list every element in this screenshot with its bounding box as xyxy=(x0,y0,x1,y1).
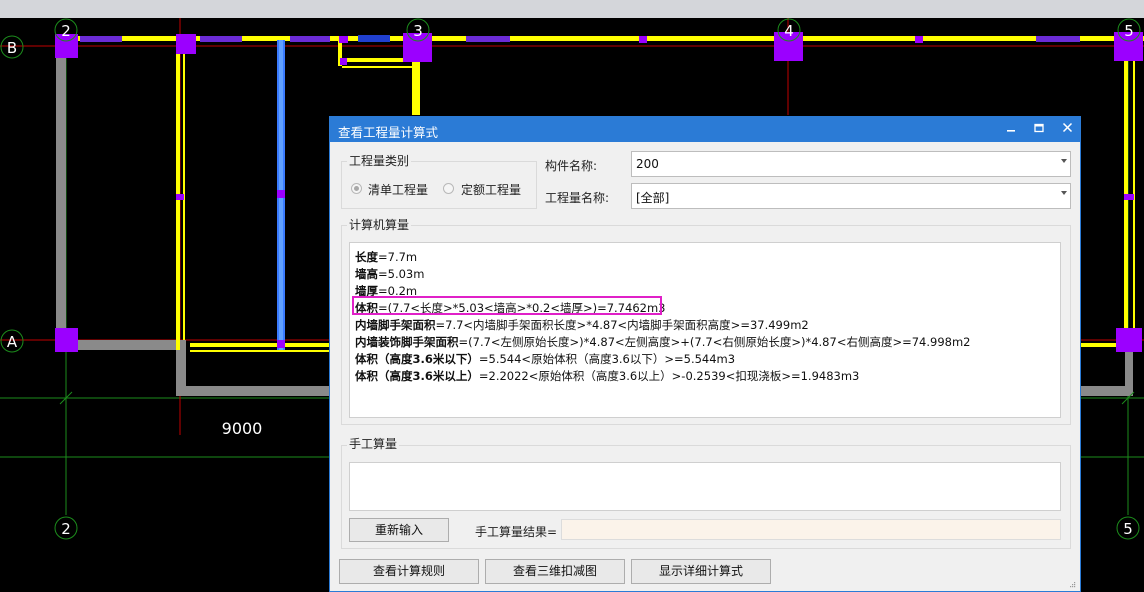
axis-label-bottom-2: 2 xyxy=(61,520,71,538)
axis-bubble-left-a: A xyxy=(0,329,24,353)
close-icon[interactable] xyxy=(1054,119,1080,140)
axis-bubble-top-5: 5 xyxy=(1117,18,1141,42)
quantity-name-label: 工程量名称: xyxy=(545,191,610,205)
manual-calc-group-label: 手工算量 xyxy=(347,435,400,452)
quantity-formula-dialog[interactable]: 查看工程量计算式 工程量类别 清单工程量 定额工程量 构件名称: 200 工程量… xyxy=(329,116,1081,592)
quantity-name-combo[interactable]: [全部] xyxy=(631,183,1071,209)
show-detail-formula-button[interactable]: 显示详细计算式 xyxy=(631,559,771,584)
axis-bubble-bottom-2: 2 xyxy=(54,516,78,540)
manual-result-label: 手工算量结果= xyxy=(475,525,558,539)
axis-label-top-5: 5 xyxy=(1124,22,1134,40)
dialog-title: 查看工程量计算式 xyxy=(338,125,439,140)
radio-quota-quantity[interactable] xyxy=(443,183,454,194)
component-name-value: 200 xyxy=(636,157,659,171)
view-rules-button[interactable]: 查看计算规则 xyxy=(339,559,479,584)
axis-label-left-a: A xyxy=(7,333,18,351)
reenter-button[interactable]: 重新输入 xyxy=(349,518,449,542)
dialog-title-bar[interactable]: 查看工程量计算式 xyxy=(330,117,1080,142)
quantity-name-value: [全部] xyxy=(636,191,670,205)
calc-line: 内墙脚手架面积=7.7<内墙脚手架面积长度>*4.87<内墙脚手架面积高度>=3… xyxy=(355,318,809,332)
axis-label-left-b: B xyxy=(7,39,17,57)
minimize-icon[interactable] xyxy=(998,119,1024,140)
calc-line: 体积（高度3.6米以下）=5.544<原始体积（高度3.6以下）>=5.544m… xyxy=(355,352,736,366)
calc-line: 长度=7.7m xyxy=(355,250,418,264)
axis-bubble-bottom-5: 5 xyxy=(1116,516,1140,540)
chevron-down-icon[interactable] xyxy=(1061,191,1067,195)
dimension-label: 9000 xyxy=(222,419,263,438)
computer-calc-group-label: 计算机算量 xyxy=(347,216,412,233)
highlight-box xyxy=(352,296,662,315)
axis-label-top-4: 4 xyxy=(784,22,794,40)
resize-grip-icon[interactable] xyxy=(1069,581,1076,588)
axis-label-top-3: 3 xyxy=(413,22,423,40)
calc-line: 墙高=5.03m xyxy=(355,267,425,281)
maximize-icon[interactable] xyxy=(1026,119,1052,140)
axis-bubble-top-2: 2 xyxy=(54,18,78,42)
radio-list-quantity-label[interactable]: 清单工程量 xyxy=(368,181,428,198)
axis-label-top-2: 2 xyxy=(61,22,71,40)
computer-calc-textbox[interactable]: 长度=7.7m 墙高=5.03m 墙厚=0.2m 体积=(7.7<长度>*5.0… xyxy=(349,242,1061,418)
component-name-label: 构件名称: xyxy=(545,159,598,173)
top-toolbar-strip xyxy=(0,0,1144,18)
axis-bubble-top-3: 3 xyxy=(406,18,430,42)
radio-quota-quantity-label[interactable]: 定额工程量 xyxy=(461,181,521,198)
manual-calc-textbox[interactable] xyxy=(349,462,1061,511)
calc-line: 内墙装饰脚手架面积=(7.7<左侧原始长度>)*4.87<左侧高度>+(7.7<… xyxy=(355,335,971,349)
radio-list-quantity[interactable] xyxy=(351,183,362,194)
chevron-down-icon[interactable] xyxy=(1061,159,1067,163)
category-group-label: 工程量类别 xyxy=(347,152,412,169)
view-3d-deduction-button[interactable]: 查看三维扣减图 xyxy=(485,559,625,584)
axis-bubble-top-4: 4 xyxy=(777,18,801,42)
axis-bubble-left-b: B xyxy=(0,35,24,59)
axis-label-bottom-5: 5 xyxy=(1123,520,1133,538)
calc-line: 体积（高度3.6米以上）=2.2022<原始体积（高度3.6以上）>-0.253… xyxy=(355,369,860,383)
component-name-combo[interactable]: 200 xyxy=(631,151,1071,177)
manual-result-field[interactable] xyxy=(561,519,1061,540)
